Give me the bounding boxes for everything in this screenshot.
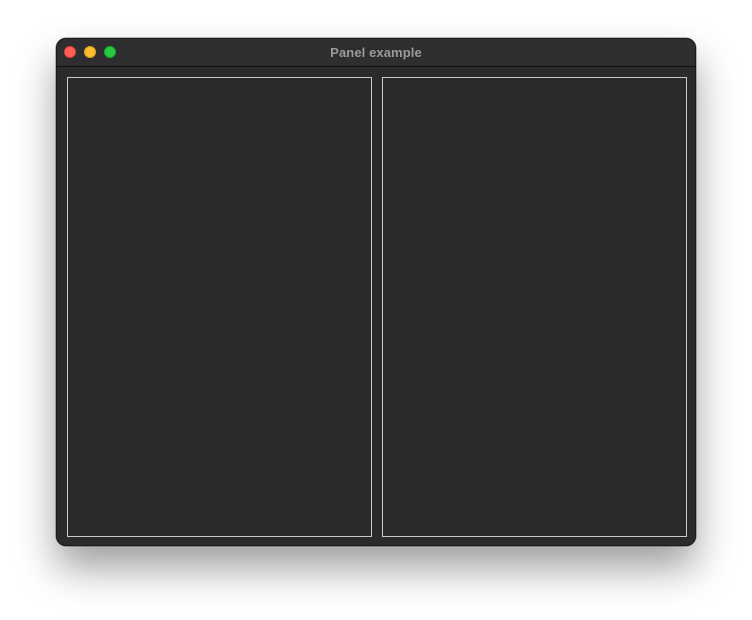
window-content: [57, 67, 695, 545]
app-window: Panel example: [56, 38, 696, 546]
right-panel: [382, 77, 687, 537]
window-title: Panel example: [330, 45, 422, 60]
title-bar[interactable]: Panel example: [57, 39, 695, 67]
left-panel: [67, 77, 372, 537]
